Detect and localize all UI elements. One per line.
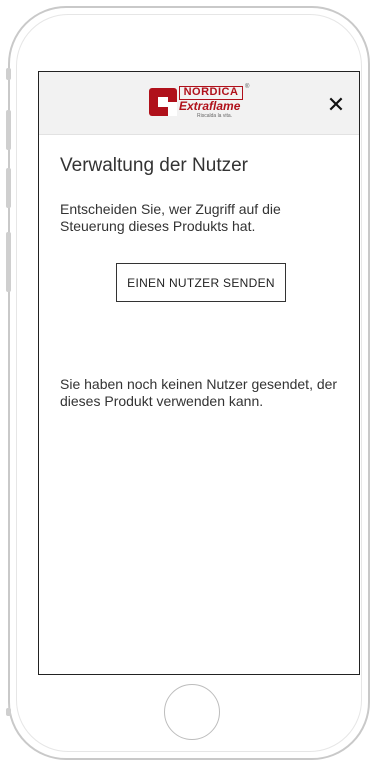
app-header: NORDICA ® Extraflame Riscalda la vita. ✕ <box>39 72 359 135</box>
send-user-button[interactable]: EINEN NUTZER SENDEN <box>116 263 286 302</box>
empty-state-message: Sie haben noch keinen Nutzer gesendet, d… <box>60 376 338 409</box>
page-title: Verwaltung der Nutzer <box>60 155 248 176</box>
close-icon[interactable]: ✕ <box>325 94 347 116</box>
page-description: Entscheiden Sie, wer Zugriff auf die Ste… <box>60 201 281 234</box>
app-screen: NORDICA ® Extraflame Riscalda la vita. ✕… <box>38 71 360 675</box>
volume-up-button <box>6 110 11 150</box>
side-button <box>6 232 11 292</box>
brand-logo: NORDICA ® Extraflame Riscalda la vita. <box>149 84 253 122</box>
logo-registered-mark: ® <box>245 84 250 90</box>
logo-wordmark-brand: Extraflame <box>179 99 241 113</box>
home-button[interactable] <box>164 684 220 740</box>
flame-logo-icon <box>149 88 177 116</box>
logo-tagline: Riscalda la vita. <box>197 113 233 119</box>
volume-down-button <box>6 168 11 208</box>
side-notch <box>6 708 11 716</box>
logo-wordmark-top: NORDICA <box>179 86 243 100</box>
ring-switch <box>6 68 11 80</box>
